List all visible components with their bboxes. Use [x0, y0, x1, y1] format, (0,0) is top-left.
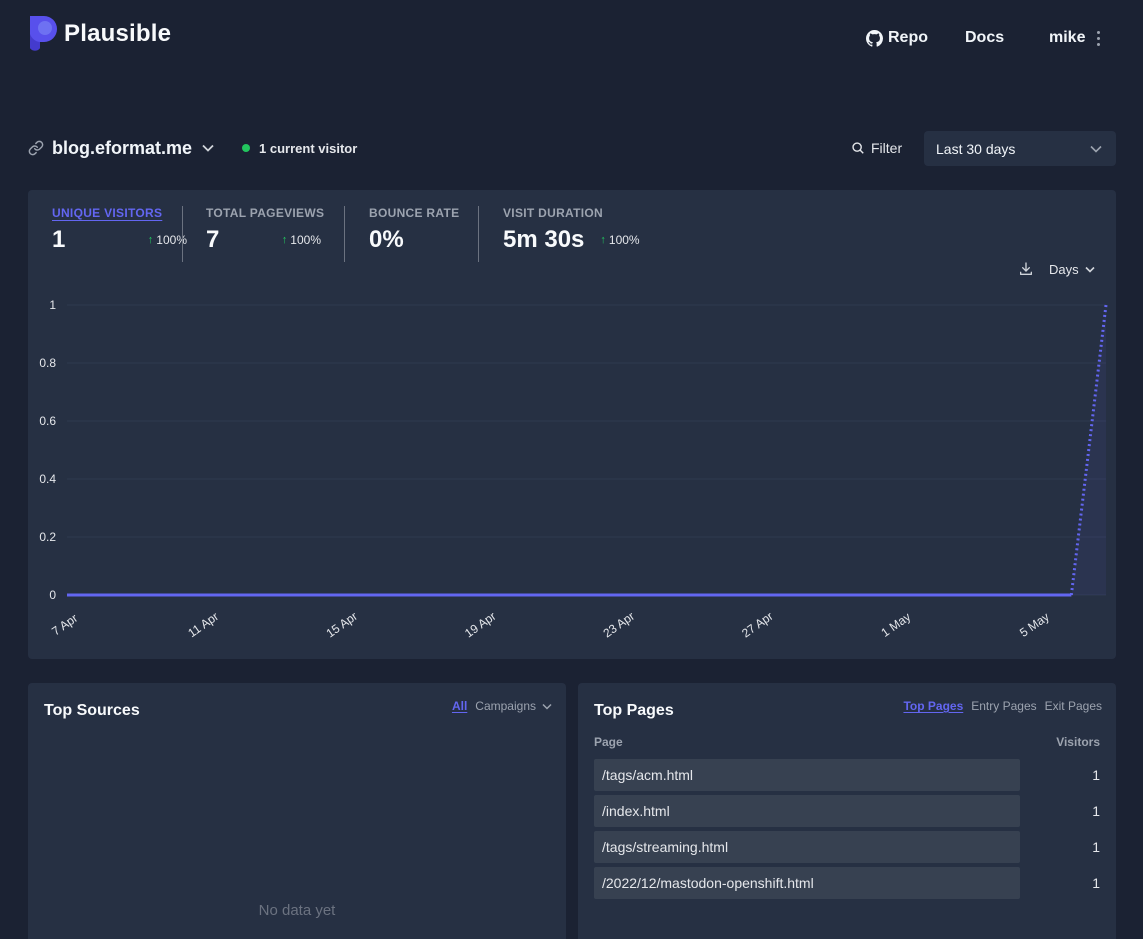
table-row[interactable]: /tags/acm.html 1	[594, 759, 1100, 791]
y-tick-label: 0.2	[39, 530, 56, 544]
top-sources-card: Top Sources All Campaigns No data yet	[28, 683, 566, 939]
y-tick-label: 0.6	[39, 414, 56, 428]
x-tick-label: 15 Apr	[324, 609, 360, 640]
search-icon	[852, 142, 864, 154]
chevron-down-icon	[542, 703, 552, 710]
tab-all[interactable]: All	[452, 699, 467, 713]
x-tick-label: 19 Apr	[462, 609, 498, 640]
page-path: /index.html	[602, 803, 670, 819]
y-tick-label: 0	[49, 588, 56, 602]
chevron-down-icon	[202, 144, 214, 152]
page-path: /tags/streaming.html	[602, 839, 729, 855]
pages-table: /tags/acm.html 1 /index.html 1 /tags/str…	[594, 759, 1100, 903]
site-switcher[interactable]: blog.eformat.me 1 current visitor	[28, 136, 357, 160]
table-row[interactable]: /tags/streaming.html 1	[594, 831, 1100, 863]
repo-label: Repo	[888, 29, 928, 46]
filter-button[interactable]: Filter	[851, 137, 902, 159]
live-dot-icon	[242, 144, 251, 152]
x-tick-label: 5 May	[1017, 610, 1052, 640]
x-tick-label: 11 Apr	[185, 609, 221, 640]
link-icon	[28, 140, 44, 156]
card-title: Top Pages	[594, 702, 674, 719]
card-title: Top Sources	[44, 702, 140, 719]
tab-top-pages[interactable]: Top Pages	[903, 699, 963, 713]
plausible-logo-icon	[30, 16, 57, 51]
visitor-count: 1	[1092, 803, 1100, 819]
column-page: Page	[594, 735, 623, 749]
x-tick-label: 7 Apr	[49, 611, 80, 639]
pages-tabs: Top Pages Entry Pages Exit Pages	[903, 699, 1102, 713]
x-tick-label: 27 Apr	[739, 609, 775, 640]
visitors-chart[interactable]: 0 0.2 0.4 0.6 0.8 1 7 Apr 11 Apr 15 Apr 19 Apr 23 …	[28, 190, 1116, 659]
top-pages-card: Top Pages Top Pages Entry Pages Exit Pag…	[578, 683, 1116, 939]
page-path: /2022/12/mastodon-openshift.html	[602, 875, 814, 891]
column-visitors: Visitors	[1056, 735, 1100, 749]
brand-name: Plausible	[64, 20, 172, 47]
user-menu[interactable]: mike	[1049, 28, 1101, 48]
y-tick-label: 1	[49, 298, 56, 312]
user-name: mike	[1049, 29, 1086, 46]
page-path: /tags/acm.html	[602, 767, 694, 783]
period-select[interactable]: Last 30 days	[924, 131, 1116, 166]
tab-campaigns-label: Campaigns	[475, 699, 536, 713]
period-label: Last 30 days	[936, 140, 1016, 157]
docs-label: Docs	[965, 29, 1005, 46]
github-icon	[866, 29, 883, 47]
docs-link[interactable]: Docs	[965, 28, 1004, 48]
tab-entry-pages[interactable]: Entry Pages	[971, 699, 1036, 713]
site-domain: blog.eformat.me	[52, 137, 193, 158]
plausible-logo[interactable]: Plausible	[28, 14, 171, 54]
current-visitors-label: 1 current visitor	[259, 140, 358, 156]
tab-exit-pages[interactable]: Exit Pages	[1045, 699, 1102, 713]
y-tick-label: 0.4	[39, 472, 56, 486]
main-graph-card: UNIQUE VISITORS 1 ↑ 100% TOTAL PAGEVIEWS …	[28, 190, 1116, 659]
table-row[interactable]: /index.html 1	[594, 795, 1100, 827]
filter-label: Filter	[871, 140, 903, 156]
more-vertical-icon	[1097, 30, 1101, 46]
empty-state: No data yet	[258, 902, 336, 919]
chevron-down-icon	[1090, 145, 1102, 153]
y-tick-label: 0.8	[39, 356, 56, 370]
table-row[interactable]: /2022/12/mastodon-openshift.html 1	[594, 867, 1100, 899]
sources-tabs: All Campaigns	[452, 699, 552, 713]
visitor-count: 1	[1092, 839, 1100, 855]
visitor-count: 1	[1092, 875, 1100, 891]
tab-campaigns[interactable]: Campaigns	[475, 699, 552, 713]
table-header: Page Visitors	[594, 735, 1100, 749]
current-visitors[interactable]: 1 current visitor	[242, 141, 357, 156]
repo-link[interactable]: Repo	[866, 28, 928, 48]
visitor-count: 1	[1092, 767, 1100, 783]
x-tick-label: 23 Apr	[601, 609, 637, 640]
x-tick-label: 1 May	[879, 610, 914, 640]
